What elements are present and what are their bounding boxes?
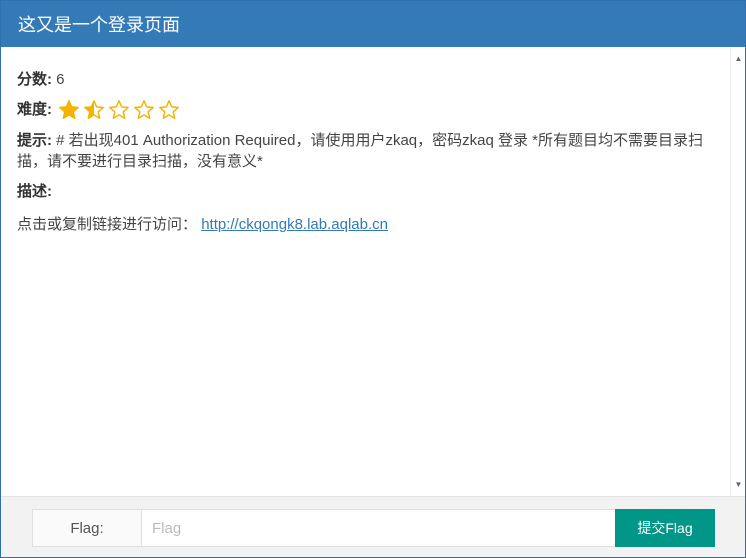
flag-input[interactable]	[141, 509, 615, 547]
description-label: 描述:	[17, 183, 52, 201]
star-filled-icon	[58, 99, 80, 121]
score-label: 分数:	[17, 71, 52, 88]
scroll-down-arrow-icon[interactable]: ▼	[731, 477, 746, 492]
scroll-up-arrow-icon[interactable]: ▲	[731, 51, 746, 66]
challenge-content: 分数: 6 难度: 提示: # 若出现401 Authorization Req…	[1, 47, 730, 496]
difficulty-label: 难度:	[17, 101, 52, 118]
star-half-icon	[83, 99, 105, 121]
difficulty-row: 难度:	[17, 99, 714, 121]
flag-input-group: Flag: 提交Flag	[32, 509, 715, 547]
description-prefix: 点击或复制链接进行访问：	[17, 216, 198, 234]
score-value: 6	[56, 71, 65, 88]
challenge-link[interactable]: http://ckqongk8.lab.aqlab.cn	[201, 216, 388, 233]
challenge-dialog: 这又是一个登录页面 分数: 6 难度: 提示: # 若出现401 Authori…	[0, 0, 746, 558]
content-scrollbar[interactable]: ▲ ▼	[730, 47, 745, 496]
star-empty-icon	[133, 99, 155, 121]
submit-flag-button[interactable]: 提交Flag	[615, 509, 715, 547]
description-row: 描述:	[17, 181, 714, 202]
score-row: 分数: 6	[17, 69, 714, 90]
dialog-titlebar: 这又是一个登录页面	[1, 1, 745, 47]
flag-footer: Flag: 提交Flag	[1, 496, 745, 557]
star-empty-icon	[158, 99, 180, 121]
hint-label: 提示:	[17, 132, 52, 150]
flag-label: Flag:	[32, 509, 141, 547]
difficulty-rating	[58, 99, 183, 121]
dialog-title: 这又是一个登录页面	[18, 15, 180, 35]
star-empty-icon	[108, 99, 130, 121]
hint-row: 提示: # 若出现401 Authorization Required，请使用用…	[17, 130, 714, 172]
hint-text: # 若出现401 Authorization Required，请使用用户zka…	[17, 132, 704, 171]
description-text: 点击或复制链接进行访问： http://ckqongk8.lab.aqlab.c…	[17, 214, 714, 235]
